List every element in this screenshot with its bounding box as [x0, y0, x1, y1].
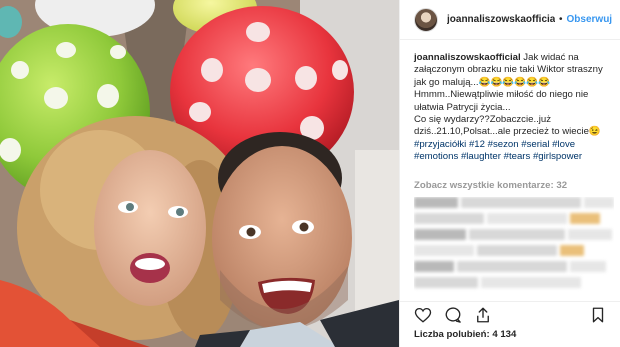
- post-photo[interactable]: [0, 0, 399, 347]
- comments-list-blurred: [414, 197, 614, 297]
- comment-row: [414, 213, 614, 224]
- caption-username[interactable]: joannaliszowskaofficial: [414, 52, 521, 63]
- comment-row: [414, 245, 614, 256]
- share-icon[interactable]: [474, 306, 492, 324]
- hashtag-link[interactable]: #laughter: [461, 151, 501, 162]
- comment-row: [414, 261, 614, 272]
- follow-button[interactable]: Obserwuj: [567, 14, 613, 25]
- header-separator: •: [559, 14, 563, 25]
- hashtag-link[interactable]: #12: [469, 139, 485, 150]
- hashtag-link[interactable]: #love: [552, 139, 575, 150]
- caption-line-2: Hmmm..Niewątpliwie miłość do niego nie u…: [414, 89, 589, 113]
- post-actions-bar: [400, 301, 620, 327]
- post-header: joannaliszowskaofficia • Obserwuj: [400, 0, 620, 40]
- comment-row: [414, 197, 614, 208]
- comment-icon[interactable]: [444, 306, 462, 324]
- header-username[interactable]: joannaliszowskaofficia: [447, 14, 555, 25]
- photo-illustration: [0, 0, 399, 347]
- hashtag-link[interactable]: #sezon: [488, 139, 519, 150]
- caption-line-3: Co się wydarzy??Zobaczcie..już dziś..21.…: [414, 114, 601, 138]
- post-side-panel: joannaliszowskaofficia • Obserwuj joanna…: [399, 0, 620, 347]
- hashtag-link[interactable]: #emotions: [414, 151, 458, 162]
- comment-row: [414, 229, 614, 240]
- bookmark-icon[interactable]: [589, 306, 607, 324]
- caption-hashtags: #przyjaciółki #12 #sezon #serial #love #…: [414, 139, 614, 164]
- hashtag-link[interactable]: #serial: [521, 139, 549, 150]
- post-caption: joannaliszowskaofficial Jak widać na zał…: [414, 52, 614, 164]
- avatar[interactable]: [414, 7, 438, 32]
- likes-count[interactable]: Liczba polubień: 4 134: [414, 329, 516, 340]
- hashtag-link[interactable]: #przyjaciółki: [414, 139, 466, 150]
- view-all-comments-link[interactable]: Zobacz wszystkie komentarze: 32: [414, 180, 567, 191]
- hashtag-link[interactable]: #girlspower: [533, 151, 582, 162]
- hashtag-link[interactable]: #tears: [504, 151, 531, 162]
- comment-row: [414, 277, 614, 288]
- heart-icon[interactable]: [414, 306, 432, 324]
